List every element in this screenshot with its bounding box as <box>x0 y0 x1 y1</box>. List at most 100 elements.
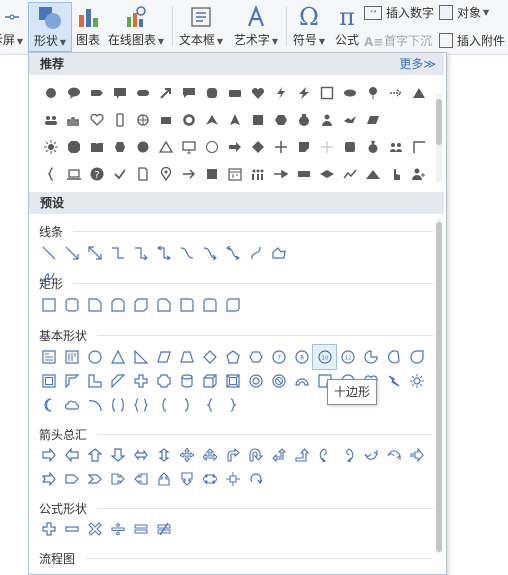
bent-arrow-icon[interactable] <box>221 443 244 467</box>
book-icon[interactable] <box>85 133 108 160</box>
divide-shape-icon[interactable] <box>106 517 129 541</box>
long-arrow-right-icon[interactable] <box>269 160 292 187</box>
notched-right-arrow-icon[interactable] <box>37 467 60 491</box>
brace-icon[interactable] <box>39 160 62 187</box>
elbow-arrow-connector-icon[interactable] <box>129 241 152 265</box>
team-icon[interactable] <box>384 133 407 160</box>
double-bracket-icon[interactable] <box>106 393 129 417</box>
l-shape-icon[interactable] <box>83 369 106 393</box>
dotted-arrow-icon[interactable] <box>384 79 407 106</box>
can-icon[interactable] <box>175 369 198 393</box>
recommended-scroll-thumb[interactable] <box>436 99 442 145</box>
double-arrow-line-icon[interactable] <box>83 241 106 265</box>
round-diagonal-rect-icon[interactable] <box>221 293 244 317</box>
lens-icon[interactable] <box>338 79 361 106</box>
curved-arrow-connector-icon[interactable] <box>198 241 221 265</box>
parallelogram-solid-icon[interactable] <box>361 106 384 133</box>
octagon-outline-icon[interactable]: 8 <box>290 345 313 369</box>
curved-left-arrow-icon[interactable] <box>336 443 359 467</box>
question-icon[interactable]: ? <box>85 160 108 187</box>
u-turn-arrow-icon[interactable] <box>244 443 267 467</box>
snip-round-rect-icon[interactable] <box>152 293 175 317</box>
pentagon-icon[interactable] <box>221 345 244 369</box>
cross-light-icon[interactable] <box>315 133 338 160</box>
freeform-icon[interactable] <box>267 241 290 265</box>
recommended-scrollbar[interactable] <box>436 93 442 183</box>
attachment-button[interactable]: 插入附件 <box>439 32 505 49</box>
left-up-arrow-icon[interactable] <box>267 443 290 467</box>
cube-icon[interactable] <box>198 369 221 393</box>
plaque-icon[interactable] <box>152 369 175 393</box>
heart-outline-icon[interactable] <box>85 106 108 133</box>
triangle-outline-icon[interactable] <box>154 133 177 160</box>
right-arrow-icon[interactable] <box>37 443 60 467</box>
diamond-icon[interactable] <box>246 133 269 160</box>
lightning-outline-icon[interactable] <box>382 369 405 393</box>
pentagon-arrow-icon[interactable] <box>85 79 108 106</box>
trend-line-icon[interactable] <box>338 160 361 187</box>
person-icon[interactable] <box>315 106 338 133</box>
hexagon-icon[interactable] <box>269 106 292 133</box>
double-brace-icon[interactable] <box>129 393 152 417</box>
octagon-solid-icon[interactable] <box>108 133 131 160</box>
circle-outline-icon[interactable] <box>200 133 223 160</box>
laptop-icon[interactable] <box>62 160 85 187</box>
shapes-button[interactable]: 形状 ▼ <box>28 2 72 52</box>
arc-icon[interactable] <box>83 393 106 417</box>
symbol-button[interactable]: Ω 符号 ▼ <box>290 2 328 50</box>
up-arrow-callout-icon[interactable] <box>152 467 175 491</box>
left-arrow-callout-icon[interactable] <box>129 467 152 491</box>
flowchart-process-icon[interactable] <box>37 569 60 574</box>
octagon-icon[interactable] <box>62 133 85 160</box>
sun-icon[interactable] <box>39 133 62 160</box>
circle-shape-icon[interactable] <box>39 79 62 106</box>
pentagon-arrow-outline-icon[interactable] <box>60 467 83 491</box>
curved-right-arrow-icon[interactable] <box>313 443 336 467</box>
snip-same-side-rect-icon[interactable] <box>106 293 129 317</box>
striped-right-arrow-icon[interactable] <box>405 443 428 467</box>
phone-icon[interactable] <box>108 106 131 133</box>
frame-icon[interactable] <box>37 369 60 393</box>
rounded-rectangle-icon[interactable] <box>60 293 83 317</box>
left-brace-icon[interactable] <box>198 393 221 417</box>
monitor-icon[interactable] <box>177 133 200 160</box>
flat-rect-icon[interactable] <box>223 79 246 106</box>
checkmark-icon[interactable] <box>108 160 131 187</box>
rect-solid-icon[interactable] <box>292 160 315 187</box>
user-add-icon[interactable] <box>407 160 430 187</box>
formula-button[interactable]: π 公式 <box>332 2 362 50</box>
calendar-icon[interactable] <box>223 160 246 187</box>
left-right-up-arrow-icon[interactable] <box>198 443 221 467</box>
teardrop-icon[interactable] <box>405 345 428 369</box>
circular-arrow-icon[interactable] <box>244 467 267 491</box>
mountain-icon[interactable] <box>361 160 384 187</box>
chart-button[interactable]: 图表 <box>74 2 102 50</box>
triangle-icon[interactable] <box>407 79 430 106</box>
chevron-arrow-icon[interactable] <box>83 467 106 491</box>
quad-arrow-callout-icon[interactable] <box>221 467 244 491</box>
up-arrow-shape-icon[interactable] <box>223 106 246 133</box>
location-pin-icon[interactable] <box>154 160 177 187</box>
arrow-line-icon[interactable] <box>60 241 83 265</box>
cloud-icon[interactable] <box>60 393 83 417</box>
isosceles-triangle-icon[interactable] <box>106 345 129 369</box>
speech-bubble-icon[interactable] <box>62 79 85 106</box>
parallelogram-icon[interactable] <box>152 345 175 369</box>
right-brace-icon[interactable] <box>221 393 244 417</box>
pie-icon[interactable] <box>359 345 382 369</box>
corner-bracket-icon[interactable] <box>407 133 430 160</box>
bent-up-arrow-icon[interactable] <box>290 443 313 467</box>
text-box-shape-icon[interactable] <box>37 345 60 369</box>
curved-down-arrow-icon[interactable] <box>382 443 405 467</box>
snip-diagonal-rect-icon[interactable] <box>129 293 152 317</box>
curve-icon[interactable] <box>244 241 267 265</box>
round-single-corner-rect-icon[interactable] <box>175 293 198 317</box>
lightning-bolt-icon[interactable] <box>292 79 315 106</box>
no-symbol-icon[interactable] <box>267 369 290 393</box>
hand-pointer-icon[interactable] <box>384 160 407 187</box>
cross-shape-icon[interactable] <box>129 369 152 393</box>
right-triangle-icon[interactable] <box>129 345 152 369</box>
moneybag-icon[interactable] <box>292 106 315 133</box>
minus-shape-icon[interactable] <box>60 517 83 541</box>
preset-scrollbar[interactable] <box>436 218 442 554</box>
